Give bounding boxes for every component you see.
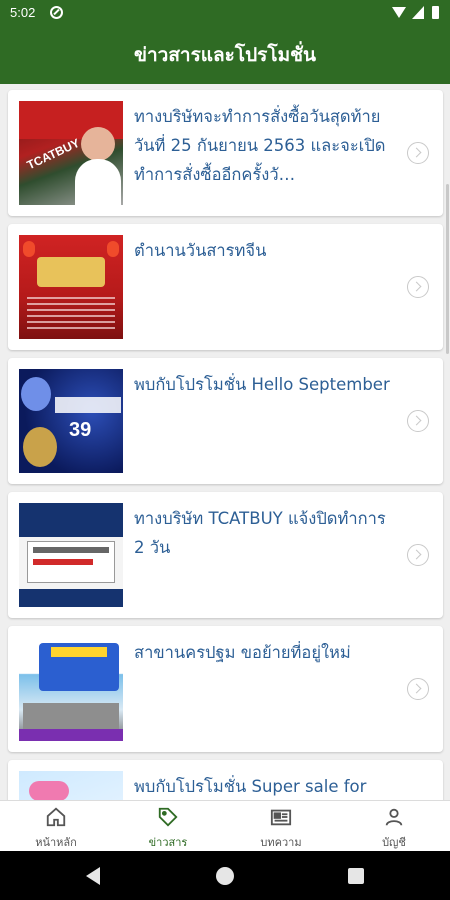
- chevron-right-icon[interactable]: [407, 276, 429, 298]
- app-bar: ข่าวสารและโปรโมชั่น: [0, 26, 450, 84]
- home-button-icon[interactable]: [216, 867, 234, 885]
- thumbnail-text: TCATBUY: [24, 135, 82, 173]
- nav-item-account[interactable]: บัญชี: [338, 801, 450, 852]
- news-thumbnail: [19, 235, 123, 339]
- news-card[interactable]: พบกับโปรโมชั่น Super sale for: [8, 760, 443, 800]
- nav-item-news[interactable]: ข่าวสาร: [112, 801, 224, 852]
- nav-item-home[interactable]: หน้าหลัก: [0, 801, 112, 852]
- news-card[interactable]: สาขานครปฐม ขอย้ายที่อยู่ใหม่: [8, 626, 443, 752]
- scrollbar[interactable]: [446, 184, 449, 354]
- news-thumbnail: TCATBUY: [19, 101, 123, 205]
- news-title: ทางบริษัท TCATBUY แจ้งปิดทำการ 2 วัน: [134, 509, 386, 557]
- chevron-right-icon[interactable]: [407, 410, 429, 432]
- news-title: ตำนานวันสารทจีน: [134, 241, 267, 260]
- nav-item-articles[interactable]: บทความ: [225, 801, 337, 852]
- news-card[interactable]: ทางบริษัท TCATBUY แจ้งปิดทำการ 2 วัน: [8, 492, 443, 618]
- news-title: พบกับโปรโมชั่น Hello September: [134, 375, 390, 394]
- thumbnail-text: 39: [69, 419, 92, 441]
- recent-apps-icon[interactable]: [348, 868, 364, 884]
- news-thumbnail: [19, 503, 123, 607]
- news-title: พบกับโปรโมชั่น Super sale for: [134, 777, 367, 796]
- home-icon: [46, 807, 66, 827]
- chevron-right-icon[interactable]: [407, 544, 429, 566]
- news-thumbnail: [19, 771, 123, 800]
- status-time: 5:02: [10, 5, 36, 20]
- person-icon: [385, 808, 403, 826]
- wifi-icon: [392, 7, 406, 18]
- news-thumbnail: 39: [19, 369, 123, 473]
- nav-label-account: บัญชี: [382, 836, 406, 849]
- news-thumbnail: [19, 637, 123, 741]
- do-not-disturb-icon: [50, 6, 63, 19]
- page-title: ข่าวสารและโปรโมชั่น: [134, 44, 316, 66]
- bottom-nav: หน้าหลัก ข่าวสาร บทความ บัญชี: [0, 800, 450, 851]
- chevron-right-icon[interactable]: [407, 142, 429, 164]
- news-card[interactable]: 39 พบกับโปรโมชั่น Hello September: [8, 358, 443, 484]
- status-bar: 5:02: [0, 0, 450, 26]
- news-list[interactable]: TCATBUY ทางบริษัทจะทำการสั่งซื้อวันสุดท้…: [0, 84, 450, 800]
- app-screen: 5:02 ข่าวสารและโปรโมชั่น TCATBUY ทางบริษ…: [0, 0, 450, 900]
- nav-label-home: หน้าหลัก: [35, 836, 77, 849]
- tag-icon: [158, 807, 178, 827]
- signal-icon: [412, 6, 424, 19]
- back-icon[interactable]: [86, 867, 100, 885]
- system-nav-bar: [0, 851, 450, 900]
- nav-label-news: ข่าวสาร: [148, 836, 188, 849]
- chevron-right-icon[interactable]: [407, 678, 429, 700]
- newspaper-icon: [270, 809, 292, 826]
- news-title: ทางบริษัทจะทำการสั่งซื้อวันสุดท้ายวันที่…: [134, 107, 386, 184]
- nav-label-articles: บทความ: [260, 836, 302, 849]
- news-card[interactable]: TCATBUY ทางบริษัทจะทำการสั่งซื้อวันสุดท้…: [8, 90, 443, 216]
- battery-icon: [432, 6, 439, 19]
- news-card[interactable]: ตำนานวันสารทจีน: [8, 224, 443, 350]
- news-title: สาขานครปฐม ขอย้ายที่อยู่ใหม่: [134, 643, 351, 662]
